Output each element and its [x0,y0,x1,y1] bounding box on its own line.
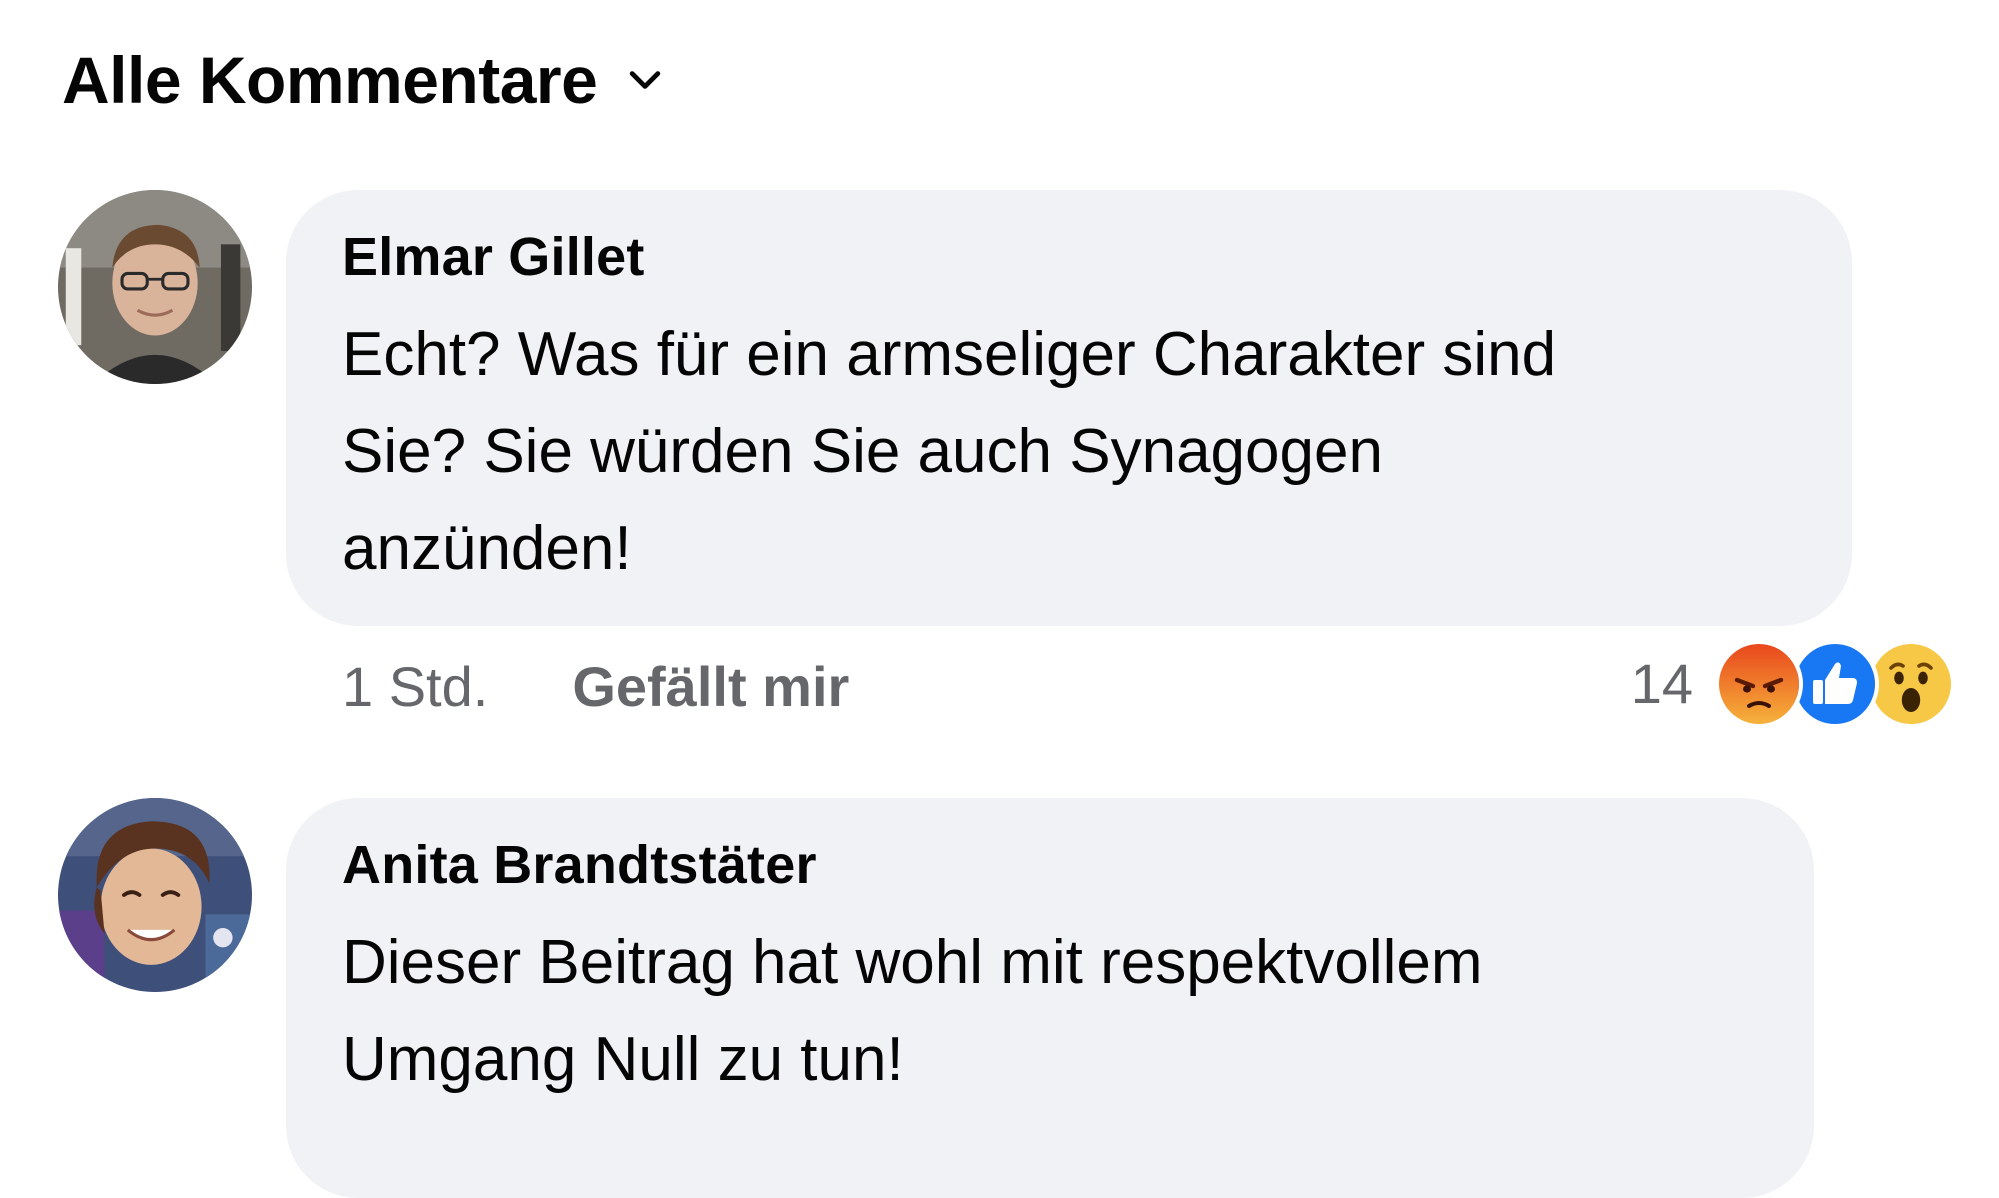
like-button[interactable]: Gefällt mir [572,652,849,722]
comment-text-line: Umgang Null zu tun! [342,1025,904,1094]
avatar[interactable] [58,190,252,384]
angry-reaction-icon [1715,640,1803,728]
comment-text-line: anzünden! [342,514,632,583]
reaction-count: 14 [1630,652,1693,715]
chevron-down-icon [630,71,661,89]
comment-meta: 1 Std. Gefällt mir [342,652,849,722]
comment-timestamp[interactable]: 1 Std. [342,652,488,722]
comment-filter-dropdown[interactable]: Alle Kommentare [62,38,667,122]
comment-text: Echt? Was für ein armseliger Charakter s… [342,306,1794,597]
wow-reaction-icon [1867,640,1955,728]
comment-author[interactable]: Elmar Gillet [342,226,1794,288]
comment-text: Dieser Beitrag hat wohl mit respektvolle… [342,914,1756,1108]
comment-text-line: Dieser Beitrag hat wohl mit respektvolle… [342,928,1483,997]
comment-text-line: Sie? Sie würden Sie auch Synagogen [342,417,1383,486]
comment-filter-label: Alle Kommentare [62,43,598,117]
comment-text-line: Echt? Was für ein armseliger Charakter s… [342,320,1557,389]
like-reaction-icon [1791,640,1879,728]
avatar[interactable] [58,798,252,992]
reaction-summary[interactable]: 14 [1631,640,1955,728]
comment-author[interactable]: Anita Brandtstäter [342,834,1756,896]
comment-bubble: Elmar Gillet Echt? Was für ein armselige… [286,190,1852,626]
comment-bubble: Anita Brandtstäter Dieser Beitrag hat wo… [286,798,1814,1198]
